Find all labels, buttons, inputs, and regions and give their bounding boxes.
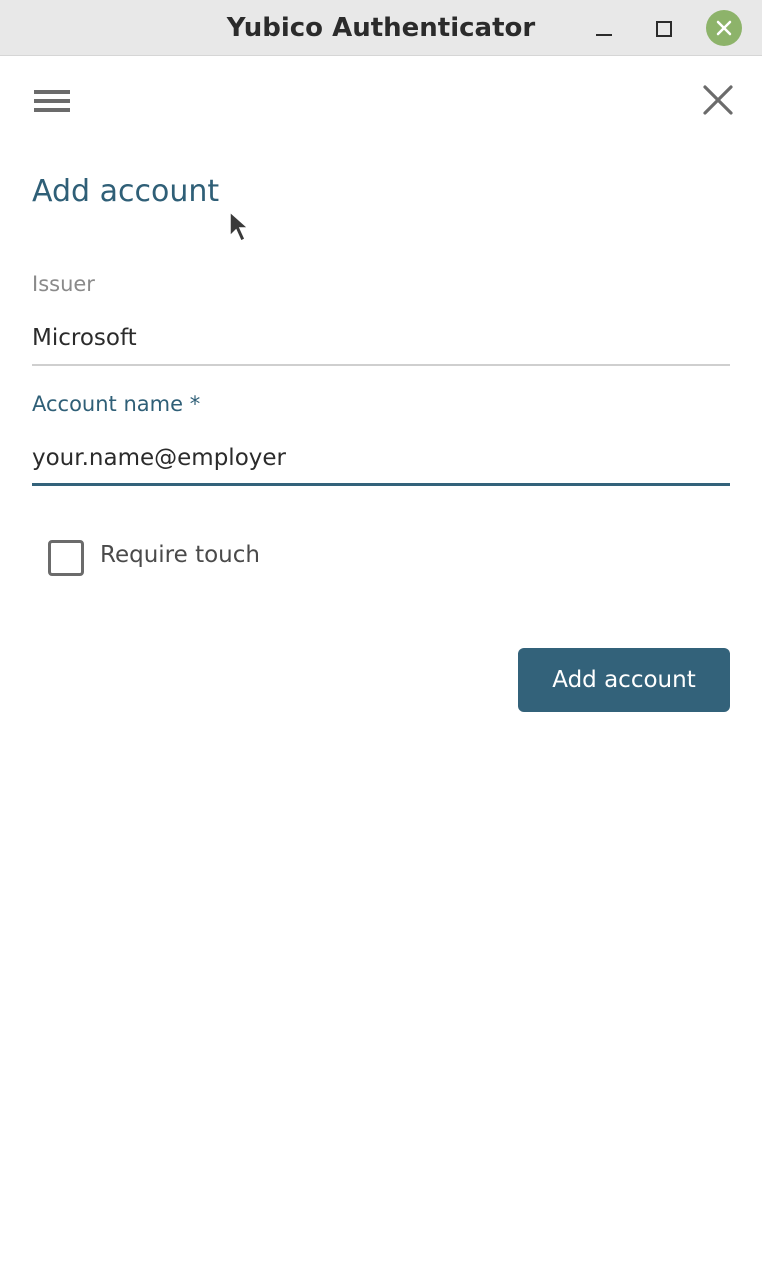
close-dialog-button[interactable] — [694, 76, 742, 124]
page-title: Add account — [32, 174, 220, 209]
close-icon — [703, 85, 733, 115]
menu-button[interactable] — [26, 80, 78, 122]
account-name-label: Account name * — [32, 392, 201, 416]
close-window-button[interactable] — [706, 10, 742, 46]
app-window: Yubico Authenticator Add account Issuer … — [0, 0, 762, 1286]
hamburger-menu-icon — [34, 90, 70, 94]
add-account-button[interactable]: Add account — [518, 648, 730, 712]
maximize-window-button[interactable] — [645, 10, 681, 46]
minimize-window-button[interactable] — [586, 10, 622, 46]
close-icon — [716, 20, 732, 36]
issuer-input[interactable] — [32, 312, 730, 366]
account-name-input[interactable] — [32, 432, 730, 486]
mouse-cursor-icon — [229, 210, 250, 243]
window-titlebar[interactable]: Yubico Authenticator — [0, 0, 762, 56]
issuer-label: Issuer — [32, 272, 95, 296]
require-touch-checkbox[interactable] — [48, 540, 84, 576]
require-touch-label[interactable]: Require touch — [100, 542, 260, 568]
